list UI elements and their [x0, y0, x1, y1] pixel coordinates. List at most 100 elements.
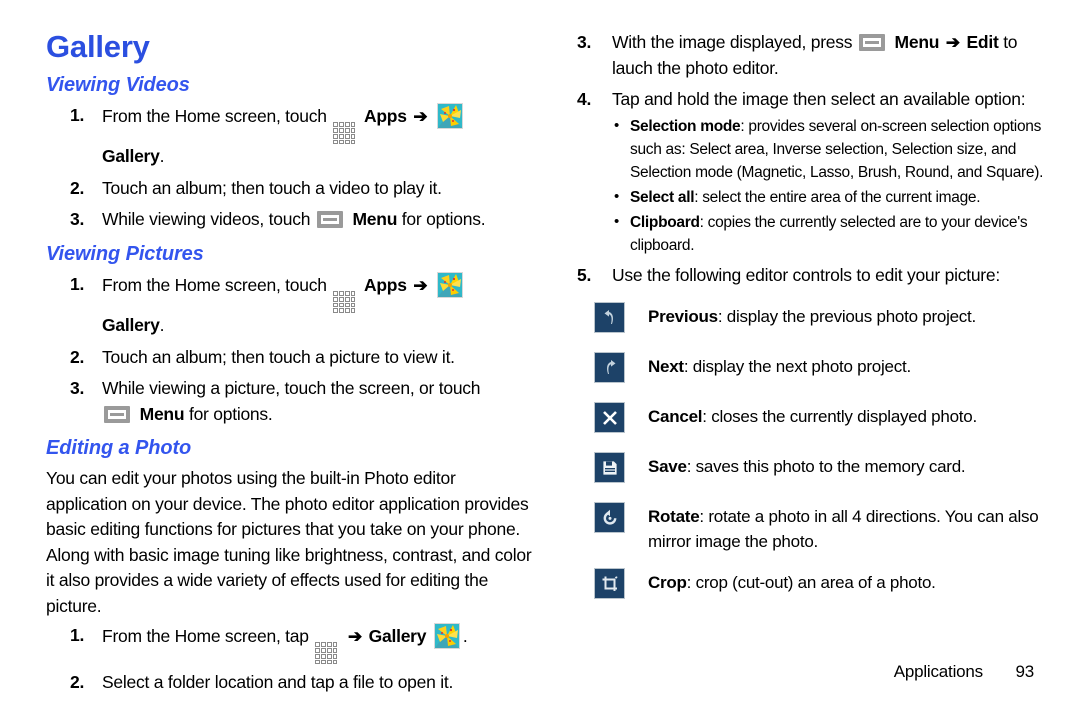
- menu-key-icon: [104, 405, 130, 423]
- menu-key-icon: [316, 211, 343, 229]
- steps-right-column: 3. With the image displayed, press Menu …: [566, 30, 1046, 288]
- step-item: 1. From the Home screen, touch Apps ➔ Ga…: [46, 271, 536, 339]
- manual-page: Gallery Viewing Videos 1. From the Home …: [0, 0, 1080, 720]
- editor-control-text: Cancel: closes the currently displayed p…: [648, 402, 1046, 429]
- step-text: Touch an album; then touch a picture to …: [102, 346, 455, 367]
- arrow-glyph: ➔: [945, 33, 960, 52]
- gallery-label: Gallery: [102, 146, 160, 167]
- step-number: 2.: [70, 672, 85, 693]
- control-desc: : display the previous photo project.: [717, 307, 976, 326]
- steps-editing-a-photo: 1. From the Home screen, tap ➔ Gallery .…: [46, 623, 536, 696]
- control-desc: : saves this photo to the memory card.: [686, 457, 966, 476]
- step-text: Select a folder location and tap a file …: [102, 672, 454, 693]
- option-desc: : select the entire area of the current …: [694, 188, 981, 206]
- control-desc: : rotate a photo in all 4 directions. Yo…: [648, 507, 1039, 551]
- step-number: 3.: [70, 378, 85, 399]
- step-number: 3.: [577, 32, 592, 52]
- editor-controls-list: Previous: display the previous photo pro…: [566, 302, 1046, 604]
- section-heading-editing-a-photo: Editing a Photo: [46, 437, 192, 460]
- menu-key-icon: [858, 34, 885, 51]
- list-item: Select all: select the entire area of th…: [612, 185, 1046, 209]
- gallery-thumbnail-icon: [436, 103, 463, 130]
- editor-control-next: Next: display the next photo project.: [566, 352, 1046, 388]
- step-text: Use the following editor controls to edi…: [612, 264, 1000, 285]
- step-text-after: for options.: [401, 209, 486, 230]
- step-item: 3. While viewing a picture, touch the sc…: [46, 376, 536, 427]
- control-term: Previous: [648, 307, 718, 326]
- apps-grid-icon: [333, 122, 356, 145]
- menu-label: Menu: [139, 403, 185, 424]
- step-number: 4.: [577, 89, 592, 109]
- editor-control-previous: Previous: display the previous photo pro…: [566, 302, 1046, 338]
- option-term: Select all: [630, 188, 695, 206]
- step-item: 3. While viewing videos, touch Menu for …: [46, 207, 536, 233]
- option-term: Clipboard: [630, 213, 700, 231]
- footer-section-label: Applications: [893, 662, 983, 681]
- step-text: From the Home screen, tap: [102, 626, 309, 647]
- editor-control-text: Save: saves this photo to the memory car…: [648, 452, 1046, 479]
- trailing-period: .: [159, 146, 165, 167]
- close-x-icon[interactable]: [594, 402, 625, 433]
- gallery-thumbnail-icon: [436, 271, 463, 298]
- section-heading-viewing-pictures: Viewing Pictures: [46, 242, 204, 265]
- step-number: 2.: [70, 177, 85, 198]
- step-text: From the Home screen, touch: [102, 274, 327, 295]
- control-term: Cancel: [648, 407, 703, 426]
- trailing-period: .: [159, 315, 165, 336]
- right-column: 3. With the image displayed, press Menu …: [566, 0, 1046, 618]
- list-item: Clipboard: copies the currently selected…: [612, 210, 1046, 257]
- step-item: 1. From the Home screen, touch Apps ➔ Ga…: [46, 103, 536, 170]
- editor-control-crop: Crop: crop (cut-out) an area of a photo.: [566, 568, 1046, 604]
- rotate-icon[interactable]: [594, 502, 625, 533]
- editing-a-photo-body: You can edit your photos using the built…: [46, 468, 532, 616]
- gallery-thumbnail-icon: [433, 623, 460, 650]
- arrow-glyph: ➔: [348, 627, 362, 647]
- section-heading-viewing-videos: Viewing Videos: [46, 74, 190, 97]
- step-item: 2. Touch an album; then touch a video to…: [46, 176, 536, 202]
- arrow-glyph: ➔: [413, 107, 428, 127]
- control-term: Save: [648, 457, 687, 476]
- step-number: 1.: [70, 625, 85, 646]
- option-term: Selection mode: [630, 117, 741, 135]
- crop-icon[interactable]: [594, 568, 625, 599]
- editor-control-rotate: Rotate: rotate a photo in all 4 directio…: [566, 502, 1046, 554]
- editor-control-text: Previous: display the previous photo pro…: [648, 302, 1046, 329]
- gallery-label: Gallery: [368, 626, 427, 647]
- step-item: 3. With the image displayed, press Menu …: [566, 30, 1046, 81]
- page-title: Gallery: [46, 29, 150, 64]
- redo-arrow-icon[interactable]: [594, 352, 625, 383]
- apps-label: Apps: [363, 274, 407, 295]
- step-text: While viewing a picture, touch the scree…: [102, 378, 481, 399]
- step-item: 2. Select a folder location and tap a fi…: [46, 670, 536, 696]
- editor-control-text: Crop: crop (cut-out) an area of a photo.: [648, 568, 1046, 595]
- step-text: From the Home screen, touch: [102, 106, 327, 127]
- floppy-disk-save-icon[interactable]: [594, 452, 625, 483]
- step-number: 1.: [70, 105, 85, 126]
- step-item: 1. From the Home screen, tap ➔ Gallery .: [46, 623, 536, 665]
- step-text-after: for options.: [188, 403, 273, 424]
- step-item: 2. Touch an album; then touch a picture …: [46, 345, 536, 371]
- editor-control-cancel: Cancel: closes the currently displayed p…: [566, 402, 1046, 438]
- menu-label: Menu: [894, 32, 940, 52]
- arrow-glyph: ➔: [413, 275, 428, 295]
- editor-control-text: Rotate: rotate a photo in all 4 directio…: [648, 502, 1046, 554]
- step-text: Tap and hold the image then select an av…: [612, 89, 1026, 109]
- page-footer: Applications 93: [893, 662, 1035, 682]
- gallery-label: Gallery: [102, 315, 160, 336]
- list-item: Selection mode: provides several on-scre…: [612, 114, 1046, 184]
- control-term: Rotate: [648, 507, 700, 526]
- step-number: 3.: [70, 209, 85, 230]
- undo-arrow-icon[interactable]: [594, 302, 625, 333]
- control-term: Crop: [648, 573, 687, 592]
- option-bullet-list: Selection mode: provides several on-scre…: [612, 114, 1046, 257]
- control-desc: : closes the currently displayed photo.: [702, 407, 977, 426]
- steps-viewing-pictures: 1. From the Home screen, touch Apps ➔ Ga…: [46, 271, 536, 427]
- editor-control-save: Save: saves this photo to the memory car…: [566, 452, 1046, 488]
- apps-label: Apps: [363, 106, 407, 127]
- step-item: 4. Tap and hold the image then select an…: [566, 87, 1046, 257]
- step-number: 2.: [70, 346, 85, 367]
- step-number: 1.: [70, 273, 85, 294]
- apps-grid-icon: [315, 642, 338, 665]
- step-text: While viewing videos, touch: [102, 209, 311, 230]
- control-desc: : display the next photo project.: [683, 357, 911, 376]
